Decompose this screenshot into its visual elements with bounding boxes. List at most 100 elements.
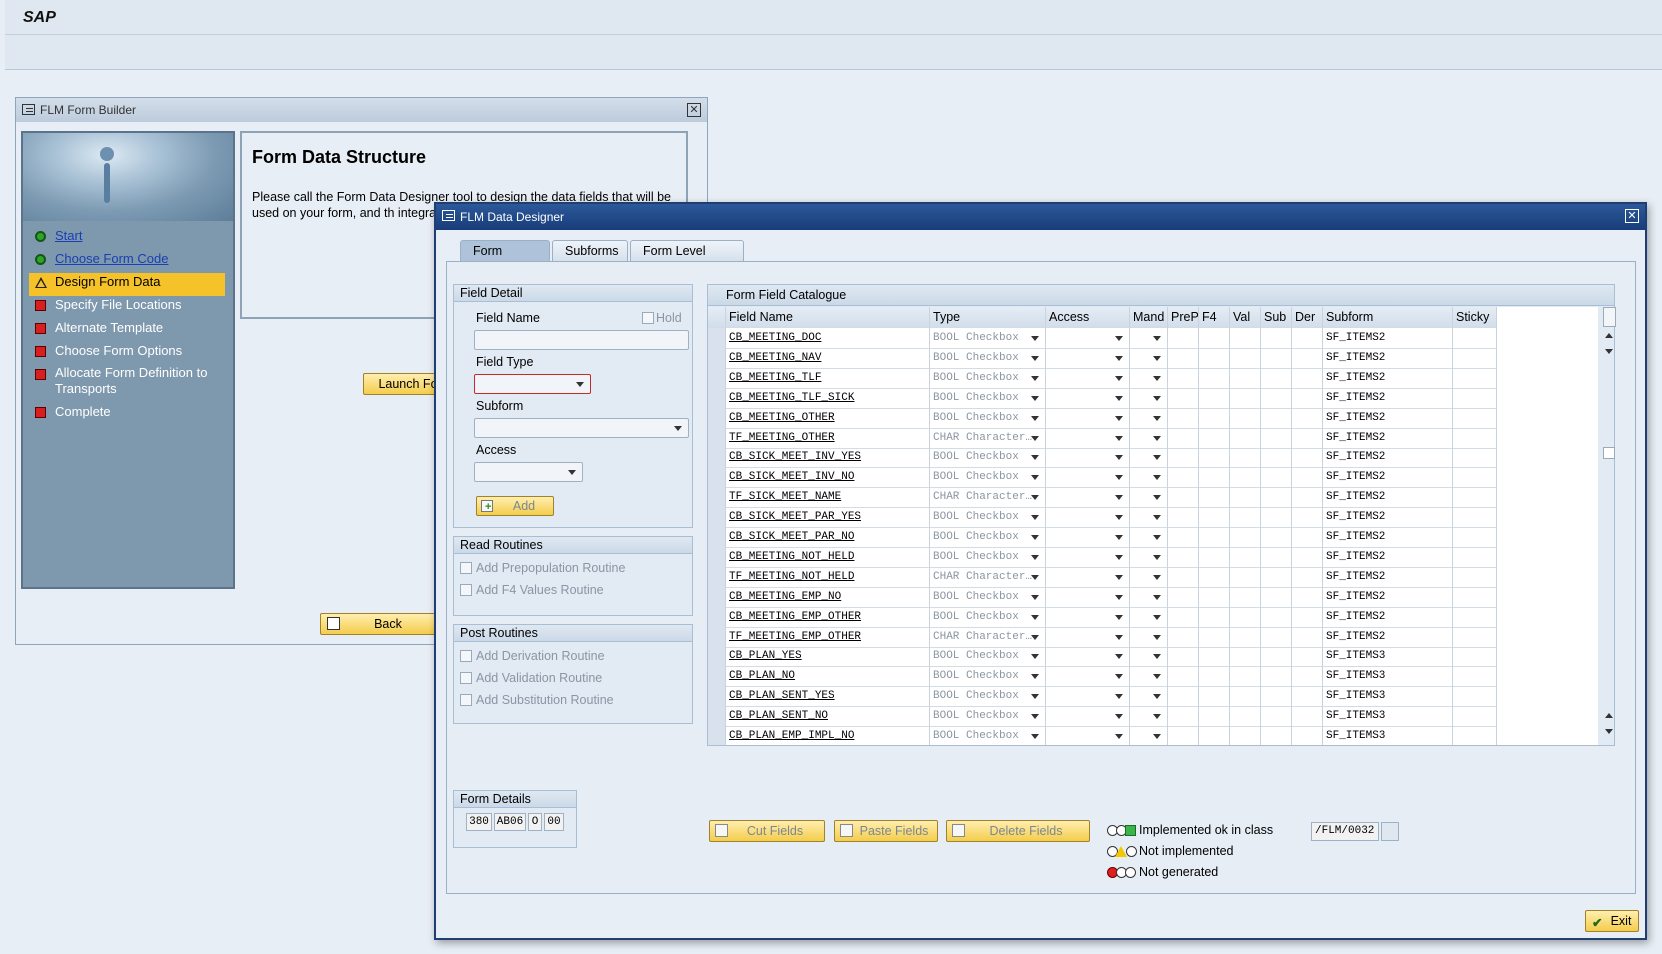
row-selector[interactable] [708,646,726,668]
access-cell[interactable] [1046,427,1130,449]
field-name-cell[interactable]: TF_MEETING_NOT_HELD [726,566,930,588]
table-row[interactable]: TF_MEETING_EMP_OTHER CHAR Character… SF_IT… [708,626,1598,648]
field-name-cell[interactable]: CB_PLAN_YES [726,646,930,668]
table-row[interactable]: CB_MEETING_TLF_SICK BOOL Checkbox SF_ITEMS… [708,387,1598,409]
type-cell[interactable]: BOOL Checkbox [930,407,1046,429]
access-cell[interactable] [1046,546,1130,568]
type-cell[interactable]: BOOL Checkbox [930,606,1046,628]
access-cell[interactable] [1046,407,1130,429]
table-scrollbar[interactable] [1602,307,1616,745]
row-selector[interactable] [708,546,726,568]
delete-fields-button[interactable]: Delete Fields [946,820,1090,842]
back-button[interactable]: Back [320,613,440,635]
row-selector[interactable] [708,666,726,688]
mandatory-cell[interactable] [1130,646,1168,668]
hold-checkbox[interactable] [642,312,654,324]
open-class-icon[interactable] [1381,822,1399,841]
wizard-step-label[interactable]: Choose Form Code [55,251,168,266]
access-cell[interactable] [1046,347,1130,369]
table-row[interactable]: CB_PLAN_YES BOOL Checkbox SF_ITEMS3 [708,646,1598,668]
field-name-cell[interactable]: CB_MEETING_EMP_NO [726,586,930,608]
access-cell[interactable] [1046,666,1130,688]
table-row[interactable]: TF_MEETING_OTHER CHAR Character… SF_ITEMS2 [708,427,1598,449]
mandatory-cell[interactable] [1130,566,1168,588]
paste-fields-button[interactable]: Paste Fields [834,820,938,842]
row-selector[interactable] [708,507,726,529]
prepopulation-checkbox[interactable] [460,562,472,574]
access-dropdown[interactable] [474,462,583,482]
scroll-down-icon[interactable] [1605,729,1613,734]
table-row[interactable]: CB_PLAN_SENT_YES BOOL Checkbox SF_ITEMS3 [708,686,1598,708]
tab-form-level-exits[interactable]: Form Level Exits [630,240,744,278]
table-row[interactable]: CB_SICK_MEET_PAR_NO BOOL Checkbox SF_ITEMS… [708,527,1598,548]
type-cell[interactable]: BOOL Checkbox [930,586,1046,608]
mandatory-cell[interactable] [1130,367,1168,389]
type-cell[interactable]: BOOL Checkbox [930,467,1046,489]
table-row[interactable]: CB_MEETING_NAV BOOL Checkbox SF_ITEMS2 [708,347,1598,369]
table-row[interactable]: CB_MEETING_TLF BOOL Checkbox SF_ITEMS2 [708,367,1598,389]
table-row[interactable]: CB_MEETING_DOC BOOL Checkbox SF_ITEMS2 [708,328,1598,349]
type-cell[interactable]: CHAR Character… [930,427,1046,449]
mandatory-cell[interactable] [1130,686,1168,708]
field-name-input[interactable] [474,330,689,350]
access-cell[interactable] [1046,447,1130,469]
row-selector[interactable] [708,328,726,349]
table-row[interactable]: TF_MEETING_NOT_HELD CHAR Character… SF_ITE… [708,566,1598,588]
substitution-checkbox[interactable] [460,694,472,706]
type-cell[interactable]: BOOL Checkbox [930,507,1046,529]
access-cell[interactable] [1046,527,1130,548]
derivation-checkbox[interactable] [460,650,472,662]
field-name-cell[interactable]: CB_SICK_MEET_PAR_NO [726,527,930,548]
row-selector[interactable] [708,606,726,628]
access-cell[interactable] [1046,606,1130,628]
access-cell[interactable] [1046,467,1130,489]
table-row[interactable]: TF_SICK_MEET_NAME CHAR Character… SF_ITEMS… [708,487,1598,509]
table-row[interactable]: CB_SICK_MEET_INV_YES BOOL Checkbox SF_ITEM… [708,447,1598,469]
close-icon[interactable]: ✕ [687,103,701,117]
table-row[interactable]: CB_PLAN_NO BOOL Checkbox SF_ITEMS3 [708,666,1598,688]
f4-values-checkbox[interactable] [460,584,472,596]
access-cell[interactable] [1046,626,1130,648]
wizard-step[interactable]: Start [29,227,225,250]
scroll-thumb[interactable] [1603,447,1615,459]
mandatory-cell[interactable] [1130,606,1168,628]
type-cell[interactable]: BOOL Checkbox [930,666,1046,688]
type-cell[interactable]: CHAR Character… [930,626,1046,648]
table-row[interactable]: CB_PLAN_SENT_NO BOOL Checkbox SF_ITEMS3 [708,706,1598,728]
mandatory-cell[interactable] [1130,347,1168,369]
row-selector[interactable] [708,626,726,648]
field-name-cell[interactable]: CB_MEETING_EMP_OTHER [726,606,930,628]
field-name-cell[interactable]: CB_PLAN_SENT_NO [726,706,930,728]
field-name-cell[interactable]: TF_SICK_MEET_NAME [726,487,930,509]
mandatory-cell[interactable] [1130,407,1168,429]
mandatory-cell[interactable] [1130,467,1168,489]
table-row[interactable]: CB_PLAN_EMP_IMPL_NO BOOL Checkbox SF_ITEMS… [708,726,1598,745]
mandatory-cell[interactable] [1130,706,1168,728]
mandatory-cell[interactable] [1130,447,1168,469]
field-name-cell[interactable]: CB_PLAN_SENT_YES [726,686,930,708]
field-name-cell[interactable]: CB_MEETING_NAV [726,347,930,369]
field-type-dropdown[interactable] [474,374,591,394]
row-selector[interactable] [708,447,726,469]
field-name-cell[interactable]: CB_SICK_MEET_INV_NO [726,467,930,489]
subform-dropdown[interactable] [474,418,689,438]
field-name-cell[interactable]: CB_PLAN_NO [726,666,930,688]
validation-checkbox[interactable] [460,672,472,684]
table-row[interactable]: CB_MEETING_EMP_NO BOOL Checkbox SF_ITEMS2 [708,586,1598,608]
type-cell[interactable]: CHAR Character… [930,487,1046,509]
select-all-cell[interactable] [708,307,726,328]
type-cell[interactable]: BOOL Checkbox [930,686,1046,708]
row-selector[interactable] [708,686,726,708]
scroll-page-up-icon[interactable] [1605,713,1613,718]
row-selector[interactable] [708,586,726,608]
wizard-step-label[interactable]: Start [55,228,82,243]
mandatory-cell[interactable] [1130,666,1168,688]
mandatory-cell[interactable] [1130,586,1168,608]
row-selector[interactable] [708,427,726,449]
mandatory-cell[interactable] [1130,328,1168,349]
field-name-cell[interactable]: CB_MEETING_TLF [726,367,930,389]
access-cell[interactable] [1046,487,1130,509]
scroll-up-icon[interactable] [1605,333,1613,338]
access-cell[interactable] [1046,387,1130,409]
access-cell[interactable] [1046,706,1130,728]
